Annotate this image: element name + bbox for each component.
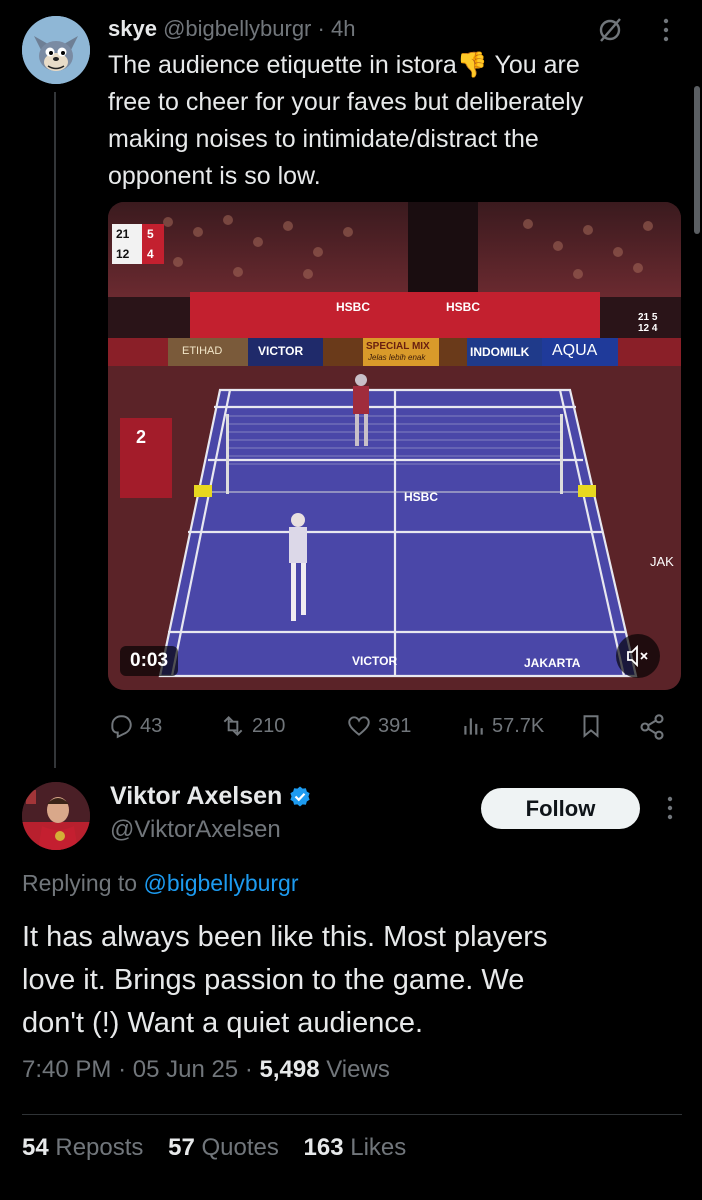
like-count: 391 bbox=[378, 714, 412, 737]
views-count: 57.7K bbox=[492, 714, 545, 737]
likes-count: 163 bbox=[303, 1134, 344, 1161]
score-bottom-player: 12 bbox=[116, 247, 130, 261]
likes-label: Likes bbox=[350, 1134, 407, 1161]
separator: · bbox=[317, 16, 325, 41]
views-count: 5,498 bbox=[259, 1056, 320, 1083]
ad-board-aqua: AQUA bbox=[552, 342, 598, 359]
separator: · bbox=[244, 1056, 253, 1083]
tweet-text-line: The audience etiquette in istora👎 You ar… bbox=[108, 51, 580, 79]
ad-board-special-mix: SPECIAL MIX bbox=[366, 341, 430, 352]
more-options-icon[interactable] bbox=[656, 16, 676, 44]
side-text: JAK bbox=[650, 554, 674, 569]
repost-button[interactable]: 210 bbox=[220, 708, 285, 744]
tweet-age[interactable]: 4h bbox=[331, 16, 355, 41]
follow-button[interactable]: Follow bbox=[481, 788, 640, 829]
grok-icon[interactable] bbox=[596, 16, 624, 44]
ad-board-indomilk: INDOMILK bbox=[470, 345, 530, 359]
views-label: Views bbox=[326, 1056, 390, 1083]
reply-icon bbox=[111, 715, 132, 739]
tweet-text-line: making noises to intimidate/distract the bbox=[108, 125, 539, 153]
tweet-time[interactable]: 7:40 PM bbox=[22, 1056, 111, 1083]
tweet-text-line: don't (!) Want a quiet audience. bbox=[22, 1007, 424, 1039]
handle[interactable]: @bigbellyburgr bbox=[163, 16, 311, 41]
tweet-text: It has always been like this. Most playe… bbox=[22, 916, 682, 1045]
avatar[interactable] bbox=[22, 782, 90, 850]
tweet-text-line: love it. Brings passion to the game. We bbox=[22, 964, 525, 996]
tweet-text-line: opponent is so low. bbox=[108, 162, 321, 190]
court-score-bottom-game: 4 bbox=[651, 323, 658, 334]
share-icon[interactable] bbox=[638, 713, 666, 741]
replying-prefix: Replying to bbox=[22, 870, 138, 896]
reply-count: 43 bbox=[140, 714, 163, 737]
display-name-text: Viktor Axelsen bbox=[110, 782, 283, 810]
analytics-icon bbox=[464, 718, 483, 735]
quotes-label: Quotes bbox=[201, 1134, 279, 1161]
court-text-jakarta: JAKARTA bbox=[524, 656, 581, 670]
court-score-top-game: 5 bbox=[651, 312, 658, 323]
divider bbox=[22, 1114, 682, 1115]
verified-badge-icon[interactable] bbox=[288, 785, 312, 809]
replying-handle-link[interactable]: @bigbellyburgr bbox=[143, 870, 298, 896]
action-bar: 43 210 391 57.7K bbox=[108, 708, 678, 744]
parent-tweet[interactable]: skye @bigbellyburgr · 4h The audience et… bbox=[0, 0, 702, 770]
more-options-icon[interactable] bbox=[660, 794, 680, 822]
court-score-top-player: 21 bbox=[638, 312, 650, 323]
reposts-label: Reposts bbox=[55, 1134, 144, 1161]
scoreboard-top-left: 21 5 12 4 bbox=[114, 224, 162, 264]
display-name[interactable]: Viktor Axelsen bbox=[110, 782, 312, 811]
court-text-victor: VICTOR bbox=[352, 654, 398, 668]
score-top-game: 5 bbox=[147, 227, 154, 241]
replying-to: Replying to @bigbellyburgr bbox=[22, 870, 299, 897]
reposts-count: 54 bbox=[22, 1134, 49, 1161]
court-logo: HSBC bbox=[404, 490, 439, 504]
tweet-date[interactable]: 05 Jun 25 bbox=[133, 1056, 238, 1083]
score-top-player: 21 bbox=[116, 227, 130, 241]
video-frame bbox=[108, 202, 681, 690]
quotes-count: 57 bbox=[168, 1134, 195, 1161]
engagement-stats: 54 Reposts 57 Quotes 163 Likes bbox=[22, 1134, 406, 1162]
ad-board-victor: VICTOR bbox=[258, 344, 304, 358]
reply-button[interactable]: 43 bbox=[108, 708, 162, 744]
video-timestamp: 0:03 bbox=[120, 646, 179, 676]
court-scoreboard: 21 5 12 4 bbox=[638, 312, 657, 334]
separator: · bbox=[118, 1056, 127, 1083]
banner-sponsor-left: HSBC bbox=[336, 300, 371, 314]
heart-icon bbox=[348, 716, 370, 736]
ad-board-etihad: ETIHAD bbox=[182, 345, 223, 357]
handle[interactable]: @ViktorAxelsen bbox=[110, 816, 281, 844]
tweet-header: skye @bigbellyburgr · 4h bbox=[108, 14, 355, 44]
ad-board-tagline: Jelas lebih enak bbox=[368, 353, 426, 362]
court-score-bottom-player: 12 bbox=[638, 323, 650, 334]
reposts-stat[interactable]: 54 Reposts bbox=[22, 1134, 143, 1161]
score-bottom-game: 4 bbox=[147, 247, 154, 261]
display-name[interactable]: skye bbox=[108, 16, 157, 41]
mute-button[interactable] bbox=[616, 634, 660, 678]
repost-icon bbox=[223, 715, 243, 737]
avatar[interactable] bbox=[22, 16, 90, 84]
quotes-stat[interactable]: 57 Quotes bbox=[168, 1134, 279, 1161]
like-button[interactable]: 391 bbox=[346, 708, 411, 744]
views-button[interactable]: 57.7K bbox=[460, 708, 544, 744]
likes-stat[interactable]: 163 Likes bbox=[304, 1134, 407, 1161]
tweet-text-line: It has always been like this. Most playe… bbox=[22, 921, 548, 953]
umpire-chair-number: 2 bbox=[136, 427, 147, 447]
repost-count: 210 bbox=[252, 714, 286, 737]
tweet-text-line: free to cheer for your faves but deliber… bbox=[108, 88, 584, 116]
speaker-muted-icon bbox=[627, 644, 648, 668]
banner-sponsor-right: HSBC bbox=[446, 300, 481, 314]
bookmark-icon[interactable] bbox=[578, 713, 604, 739]
video-player[interactable]: 21 5 12 4 21 5 12 4 HSBC HSBC ETIHAD VIC… bbox=[108, 202, 681, 690]
tweet-timestamp: 7:40 PM · 05 Jun 25 · 5,498 Views bbox=[22, 1056, 390, 1084]
tweet-text: The audience etiquette in istora👎 You ar… bbox=[108, 47, 678, 195]
